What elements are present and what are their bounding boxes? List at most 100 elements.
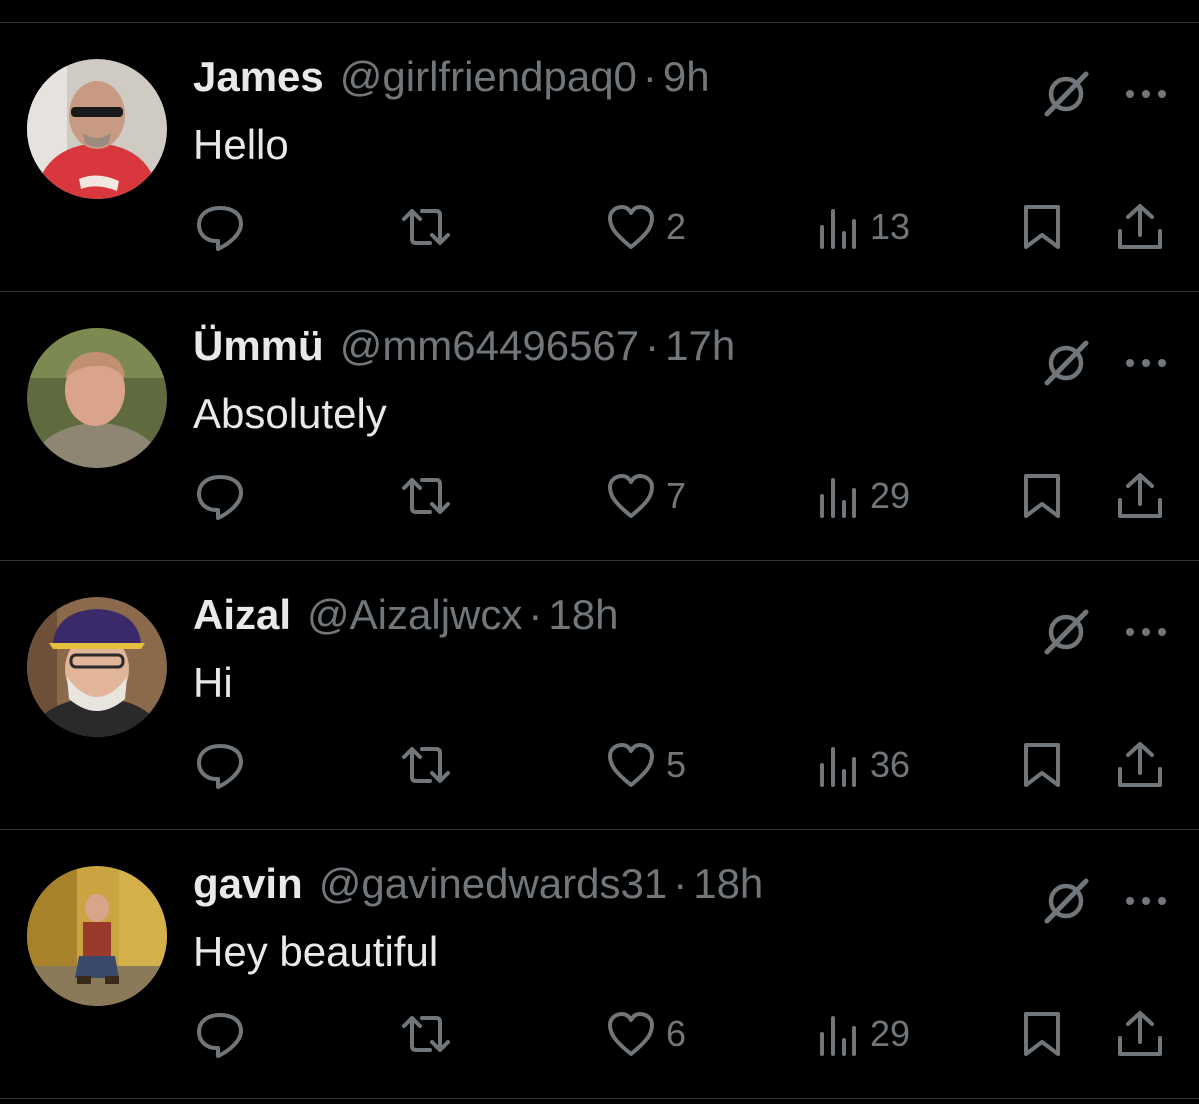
- share-button[interactable]: [1114, 735, 1166, 795]
- share-icon: [1114, 739, 1166, 791]
- more-icon[interactable]: [1120, 337, 1172, 389]
- reply-icon: [194, 201, 246, 253]
- reply-header: gavin @gavinedwards31 · 18h: [193, 860, 763, 916]
- bookmark-icon: [1018, 1008, 1066, 1060]
- reply-button[interactable]: [194, 735, 246, 795]
- like-count: 6: [666, 1013, 687, 1054]
- avatar[interactable]: [27, 59, 167, 199]
- reply-item[interactable]: Aizal @Aizaljwcx · 18h Hi 5 36: [0, 561, 1199, 830]
- username[interactable]: @gavinedwards31: [319, 860, 668, 908]
- reply-icon: [194, 739, 246, 791]
- share-button[interactable]: [1114, 1004, 1166, 1064]
- username[interactable]: @mm64496567: [340, 322, 639, 370]
- like-button[interactable]: 7: [606, 466, 686, 526]
- reply-button[interactable]: [194, 1004, 246, 1064]
- grok-icon[interactable]: [1040, 606, 1092, 658]
- separator-dot: ·: [645, 322, 660, 369]
- bookmark-icon: [1018, 739, 1066, 791]
- heart-icon: [606, 203, 656, 251]
- reply-text: Hello: [193, 121, 289, 168]
- repost-icon: [398, 201, 454, 253]
- like-button[interactable]: 2: [606, 197, 686, 257]
- share-button[interactable]: [1114, 197, 1166, 257]
- reply-icon: [194, 1008, 246, 1060]
- reply-text: Hey beautiful: [193, 928, 439, 975]
- repost-button[interactable]: [398, 197, 454, 257]
- view-count: 29: [870, 475, 911, 516]
- reply-text: Absolutely: [193, 390, 387, 437]
- views-icon: [816, 741, 860, 789]
- bookmark-button[interactable]: [1018, 466, 1066, 526]
- views-button[interactable]: 29: [816, 466, 910, 526]
- avatar[interactable]: [27, 597, 167, 737]
- view-count: 36: [870, 744, 911, 785]
- reply-button[interactable]: [194, 197, 246, 257]
- grok-icon[interactable]: [1040, 68, 1092, 120]
- action-bar: 5 36: [0, 735, 1199, 795]
- timestamp[interactable]: 18h: [693, 860, 763, 908]
- heart-icon: [606, 472, 656, 520]
- views-button[interactable]: 13: [816, 197, 910, 257]
- avatar[interactable]: [27, 866, 167, 1006]
- reply-item[interactable]: Ümmü @mm64496567 · 17h Absolutely 7 29: [0, 292, 1199, 561]
- more-icon[interactable]: [1120, 606, 1172, 658]
- bookmark-icon: [1018, 201, 1066, 253]
- repost-icon: [398, 739, 454, 791]
- action-bar: 6 29: [0, 1004, 1199, 1064]
- share-icon: [1114, 1008, 1166, 1060]
- bookmark-button[interactable]: [1018, 1004, 1066, 1064]
- share-icon: [1114, 470, 1166, 522]
- views-button[interactable]: 36: [816, 735, 910, 795]
- views-icon: [816, 472, 860, 520]
- repost-button[interactable]: [398, 1004, 454, 1064]
- like-count: 5: [666, 744, 687, 785]
- share-button[interactable]: [1114, 466, 1166, 526]
- repost-icon: [398, 1008, 454, 1060]
- view-count: 13: [870, 206, 911, 247]
- timestamp[interactable]: 9h: [663, 53, 710, 101]
- timestamp[interactable]: 18h: [548, 591, 618, 639]
- separator-dot: ·: [528, 591, 543, 638]
- bookmark-button[interactable]: [1018, 197, 1066, 257]
- username[interactable]: @Aizaljwcx: [307, 591, 522, 639]
- like-count: 7: [666, 475, 687, 516]
- reply-item[interactable]: James @girlfriendpaq0 · 9h Hello 2 13: [0, 23, 1199, 292]
- views-icon: [816, 1010, 860, 1058]
- reply-header: Ümmü @mm64496567 · 17h: [193, 322, 735, 378]
- heart-icon: [606, 741, 656, 789]
- separator-dot: ·: [673, 860, 688, 907]
- share-icon: [1114, 201, 1166, 253]
- repost-icon: [398, 470, 454, 522]
- action-bar: 7 29: [0, 466, 1199, 526]
- like-button[interactable]: 5: [606, 735, 686, 795]
- views-button[interactable]: 29: [816, 1004, 910, 1064]
- view-count: 29: [870, 1013, 911, 1054]
- reply-header: Aizal @Aizaljwcx · 18h: [193, 591, 618, 647]
- avatar[interactable]: [27, 328, 167, 468]
- reply-item[interactable]: gavin @gavinedwards31 · 18h Hey beautifu…: [0, 830, 1199, 1099]
- like-count: 2: [666, 206, 687, 247]
- display-name[interactable]: James: [193, 53, 324, 101]
- reply-button[interactable]: [194, 466, 246, 526]
- bookmark-button[interactable]: [1018, 735, 1066, 795]
- repost-button[interactable]: [398, 735, 454, 795]
- views-icon: [816, 203, 860, 251]
- reply-icon: [194, 470, 246, 522]
- heart-icon: [606, 1010, 656, 1058]
- bookmark-icon: [1018, 470, 1066, 522]
- grok-icon[interactable]: [1040, 875, 1092, 927]
- like-button[interactable]: 6: [606, 1004, 686, 1064]
- reply-header: James @girlfriendpaq0 · 9h: [193, 53, 710, 109]
- more-icon[interactable]: [1120, 68, 1172, 120]
- display-name[interactable]: Ümmü: [193, 322, 324, 370]
- display-name[interactable]: Aizal: [193, 591, 291, 639]
- timestamp[interactable]: 17h: [665, 322, 735, 370]
- repost-button[interactable]: [398, 466, 454, 526]
- reply-text: Hi: [193, 659, 233, 706]
- action-bar: 2 13: [0, 197, 1199, 257]
- display-name[interactable]: gavin: [193, 860, 303, 908]
- more-icon[interactable]: [1120, 875, 1172, 927]
- grok-icon[interactable]: [1040, 337, 1092, 389]
- username[interactable]: @girlfriendpaq0: [340, 53, 637, 101]
- separator-dot: ·: [642, 53, 657, 100]
